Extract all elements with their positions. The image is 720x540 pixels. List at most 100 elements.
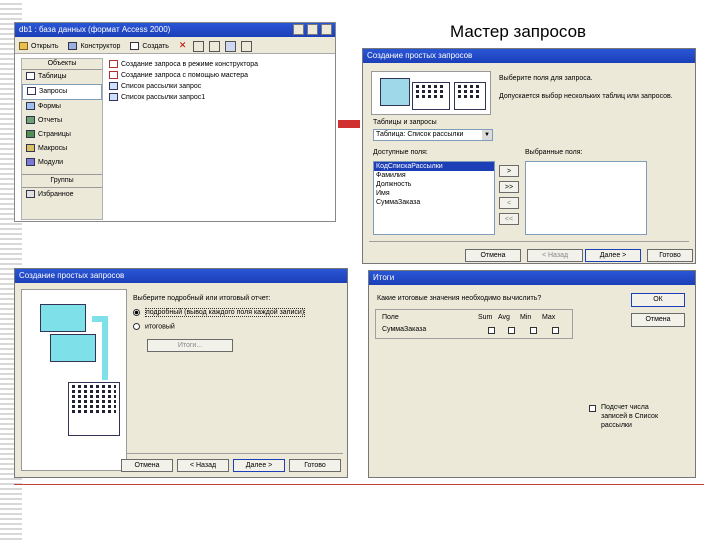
next-button[interactable]: Далее > bbox=[233, 459, 285, 472]
ok-button[interactable]: ОК bbox=[631, 293, 685, 307]
preview-connector bbox=[92, 316, 108, 380]
totals-question: Какие итоговые значения необходимо вычис… bbox=[377, 295, 542, 302]
database-toolbar: Открыть Конструктор Создать ✕ bbox=[15, 37, 335, 54]
available-fields-label: Доступные поля: bbox=[373, 149, 428, 156]
summary-option[interactable]: итоговый bbox=[133, 323, 175, 330]
tables-select[interactable]: Таблица: Список рассылки ▼ bbox=[373, 129, 493, 141]
count-records-checkbox[interactable] bbox=[589, 405, 596, 412]
list-item[interactable]: Список рассылки запрос bbox=[109, 81, 329, 92]
column-header-sum: Sum bbox=[478, 314, 493, 321]
finish-button[interactable]: Готово bbox=[647, 249, 693, 262]
preview-table-icon bbox=[50, 334, 96, 362]
report-icon bbox=[26, 116, 35, 125]
open-icon bbox=[19, 42, 28, 51]
move-all-button[interactable]: >> bbox=[499, 181, 519, 193]
min-checkbox[interactable] bbox=[530, 327, 537, 334]
chevron-down-icon[interactable]: ▼ bbox=[482, 130, 492, 140]
maximize-icon[interactable] bbox=[306, 24, 318, 35]
available-fields-list[interactable]: КодСпискаРассылки Фамилия Должность Имя … bbox=[373, 161, 495, 235]
column-header-field: Поле bbox=[382, 314, 399, 321]
detail-option[interactable]: подробный (вывод каждого поля каждой зап… bbox=[133, 308, 306, 318]
designer-button[interactable]: Конструктор bbox=[68, 42, 120, 51]
list-view-icon[interactable] bbox=[225, 40, 237, 52]
totals-titlebar: Итоги bbox=[369, 271, 695, 285]
query-icon bbox=[109, 93, 118, 102]
create-button[interactable]: Создать bbox=[130, 42, 169, 51]
wizard-query-icon bbox=[109, 71, 118, 80]
remove-one-button[interactable]: < bbox=[499, 197, 519, 209]
close-icon[interactable] bbox=[321, 24, 332, 35]
cancel-button[interactable]: Отмена bbox=[631, 313, 685, 327]
column-header-min: Min bbox=[520, 314, 532, 321]
report-type-question: Выберите подробный или итоговый отчет: bbox=[133, 295, 271, 302]
totals-dialog: Итоги Какие итоговые значения необходимо… bbox=[368, 270, 696, 478]
sidebar-item-favorites[interactable]: Избранное bbox=[22, 188, 102, 202]
sidebar-item-reports[interactable]: Отчеты bbox=[22, 114, 102, 128]
finish-button[interactable]: Готово bbox=[289, 459, 341, 472]
sidebar-item-modules[interactable]: Модули bbox=[22, 156, 102, 170]
wizard-preview bbox=[21, 289, 127, 471]
sidebar-item-forms[interactable]: Формы bbox=[22, 100, 102, 114]
slide-title: Мастер запросов bbox=[450, 22, 587, 41]
wizard-hint: Допускается выбор нескольких таблиц или … bbox=[499, 93, 673, 100]
sidebar-item-tables[interactable]: Таблицы bbox=[22, 70, 102, 84]
max-checkbox[interactable] bbox=[552, 327, 559, 334]
large-icons-icon[interactable] bbox=[193, 40, 205, 52]
sidebar-item-macros[interactable]: Макросы bbox=[22, 142, 102, 156]
list-item[interactable]: Создание запроса в режиме конструктора bbox=[109, 59, 329, 70]
list-item[interactable]: Имя bbox=[374, 189, 494, 198]
arrow-icon bbox=[338, 120, 360, 128]
report-type-wizard-dialog: Создание простых запросов Выберите подро… bbox=[14, 268, 348, 478]
selected-fields-label: Выбранные поля: bbox=[525, 149, 583, 156]
small-icons-icon[interactable] bbox=[209, 40, 221, 52]
move-one-button[interactable]: > bbox=[499, 165, 519, 177]
preview-table-icon bbox=[40, 304, 86, 332]
macro-icon bbox=[26, 144, 35, 153]
form-icon bbox=[26, 102, 35, 111]
table-icon bbox=[412, 82, 450, 110]
list-item[interactable]: Список рассылки запрос1 bbox=[109, 92, 329, 103]
window-controls bbox=[292, 24, 332, 40]
list-item[interactable]: КодСпискаРассылки bbox=[374, 162, 494, 171]
design-query-icon bbox=[109, 60, 118, 69]
table-row-field: СуммаЗаказа bbox=[382, 326, 427, 333]
list-item[interactable]: СуммаЗаказа bbox=[374, 198, 494, 207]
delete-icon[interactable]: ✕ bbox=[179, 40, 187, 50]
list-item[interactable]: Создание запроса с помощью мастера bbox=[109, 70, 329, 81]
summary-radio[interactable] bbox=[133, 323, 140, 330]
selected-fields-list[interactable] bbox=[525, 161, 647, 235]
remove-all-button[interactable]: << bbox=[499, 213, 519, 225]
minimize-icon[interactable] bbox=[292, 24, 304, 35]
objects-header: Объекты bbox=[22, 59, 102, 70]
bottom-rule bbox=[14, 484, 704, 485]
list-item[interactable]: Фамилия bbox=[374, 171, 494, 180]
sum-checkbox[interactable] bbox=[488, 327, 495, 334]
cancel-button[interactable]: Отмена bbox=[465, 249, 521, 262]
back-button[interactable]: < Назад bbox=[177, 459, 229, 472]
table-icon bbox=[26, 72, 35, 81]
list-item[interactable]: Должность bbox=[374, 180, 494, 189]
fields-wizard-titlebar: Создание простых запросов bbox=[363, 49, 695, 63]
page-icon bbox=[26, 130, 35, 139]
avg-checkbox[interactable] bbox=[508, 327, 515, 334]
details-view-icon[interactable] bbox=[241, 40, 253, 52]
totals-button[interactable]: Итоги... bbox=[147, 339, 233, 352]
module-icon bbox=[26, 158, 35, 167]
groups-header: Группы bbox=[22, 174, 102, 188]
database-window-titlebar: db1 : база данных (формат Access 2000) bbox=[15, 23, 335, 37]
back-button[interactable]: < Назад bbox=[527, 249, 583, 262]
column-header-avg: Avg bbox=[498, 314, 510, 321]
open-button[interactable]: Открыть bbox=[19, 42, 59, 51]
totals-grid: Поле Sum Avg Min Max СуммаЗаказа bbox=[375, 309, 573, 339]
wizard-instruction: Выберите поля для запроса. bbox=[499, 75, 593, 82]
objects-list: Создание запроса в режиме конструктора С… bbox=[109, 59, 329, 103]
designer-icon bbox=[68, 42, 78, 51]
database-window: db1 : база данных (формат Access 2000) О… bbox=[14, 22, 336, 222]
cancel-button[interactable]: Отмена bbox=[121, 459, 173, 472]
next-button[interactable]: Далее > bbox=[585, 249, 641, 262]
create-icon bbox=[130, 42, 140, 51]
sidebar-item-pages[interactable]: Страницы bbox=[22, 128, 102, 142]
query-icon bbox=[109, 82, 118, 91]
detail-radio[interactable] bbox=[133, 309, 140, 316]
sidebar-item-queries[interactable]: Запросы bbox=[22, 84, 102, 100]
